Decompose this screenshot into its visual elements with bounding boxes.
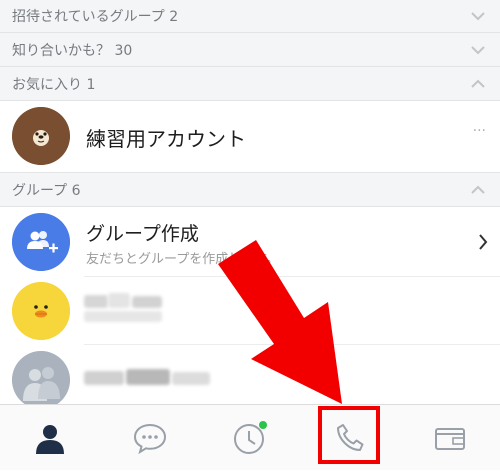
- group-row[interactable]: [0, 277, 500, 345]
- create-group-avatar: [12, 213, 70, 271]
- avatar: [12, 107, 70, 165]
- blurred-name: [108, 293, 130, 308]
- tab-wallet[interactable]: [400, 405, 500, 471]
- create-group-title: グループ作成: [86, 223, 199, 245]
- wallet-icon: [435, 428, 465, 450]
- chevron-up-icon[interactable]: [470, 185, 486, 195]
- chevron-down-icon[interactable]: [470, 11, 486, 21]
- blurred-name: [132, 296, 162, 308]
- chevron-up-icon[interactable]: [470, 79, 486, 89]
- create-group-subtitle: 友だちとグループを作成します。: [86, 252, 279, 267]
- section-header-groups[interactable]: グループ 6: [0, 172, 500, 207]
- tab-chats[interactable]: [100, 405, 200, 471]
- blurred-name: [84, 371, 124, 385]
- notification-badge: [259, 421, 267, 429]
- avatar: [12, 282, 70, 340]
- more-options-icon[interactable]: ···: [473, 123, 486, 139]
- avatar: [12, 351, 70, 409]
- blurred-name: [84, 311, 162, 322]
- section-header-label: お気に入り 1: [12, 76, 96, 93]
- blurred-name: [84, 295, 108, 308]
- blurred-name: [172, 372, 210, 385]
- chevron-down-icon[interactable]: [470, 45, 486, 55]
- phone-icon: [337, 424, 364, 451]
- section-header-label: 招待されているグループ 2: [12, 9, 179, 25]
- tab-bar: [0, 404, 500, 470]
- section-header-invited[interactable]: 招待されているグループ 2: [0, 0, 500, 33]
- blurred-name: [126, 369, 170, 385]
- create-group-row[interactable]: グループ作成 友だちとグループを作成します。: [0, 207, 500, 277]
- chat-icon: [133, 423, 167, 454]
- tab-timeline[interactable]: [200, 405, 300, 471]
- person-icon: [36, 425, 64, 454]
- chick-avatar-icon: [12, 282, 70, 340]
- tab-friends[interactable]: [0, 405, 100, 471]
- group-row[interactable]: [0, 345, 500, 409]
- friend-name: 練習用アカウント: [86, 127, 246, 151]
- clock-icon: [234, 421, 267, 454]
- add-group-icon: [12, 213, 70, 271]
- section-header-suggested[interactable]: 知り合いかも？ 30: [0, 33, 500, 67]
- chevron-right-icon: [479, 234, 488, 250]
- bear-avatar-icon: [12, 107, 70, 165]
- group-avatar-icon: [12, 351, 70, 409]
- section-header-label: グループ 6: [12, 182, 81, 199]
- tab-calls[interactable]: [300, 405, 400, 471]
- section-header-favorites[interactable]: お気に入り 1: [0, 67, 500, 101]
- section-header-label: 知り合いかも？ 30: [12, 42, 133, 59]
- friend-row-favorite[interactable]: 練習用アカウント ···: [0, 101, 500, 172]
